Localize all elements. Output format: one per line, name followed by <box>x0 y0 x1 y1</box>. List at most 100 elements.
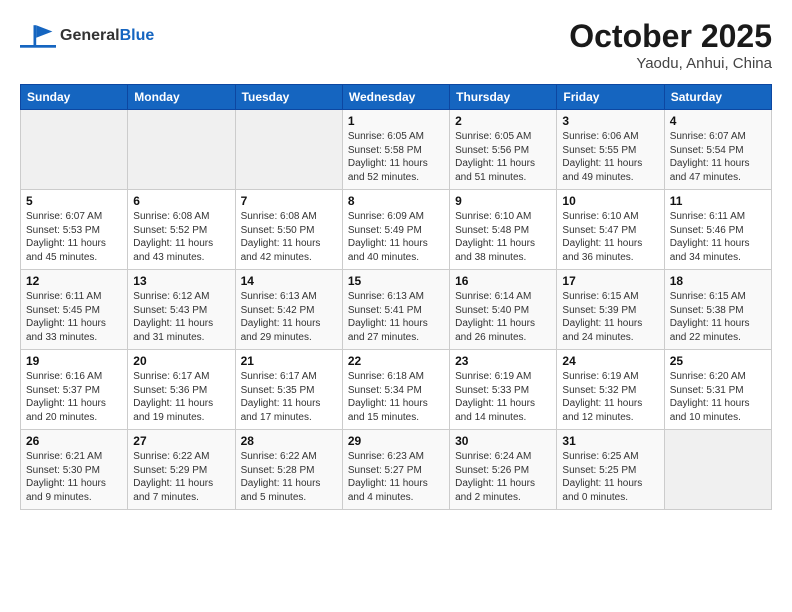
calendar-week-5: 26 Sunrise: 6:21 AM Sunset: 5:30 PM Dayli… <box>21 430 772 510</box>
day-number: 12 <box>26 274 122 288</box>
calendar-day-22: 22Sunrise: 6:18 AM Sunset: 5:34 PM Dayli… <box>342 350 449 430</box>
calendar-empty-cell <box>235 110 342 190</box>
day-number: 25 <box>670 354 766 368</box>
day-number: 9 <box>455 194 551 208</box>
logo-blue: Blue <box>120 27 155 44</box>
day-info: Sunrise: 6:19 AM Sunset: 5:33 PM Dayligh… <box>455 370 551 424</box>
day-number: 30 <box>455 434 551 448</box>
day-info: Sunrise: 6:15 AM Sunset: 5:39 PM Dayligh… <box>562 290 658 344</box>
day-number: 21 <box>241 354 337 368</box>
day-info: Sunrise: 6:21 AM Sunset: 5:30 PM Dayligh… <box>26 450 122 504</box>
calendar-empty-cell <box>21 110 128 190</box>
day-info: Sunrise: 6:08 AM Sunset: 5:50 PM Dayligh… <box>241 210 337 264</box>
day-number: 1 <box>348 114 444 128</box>
calendar-day-5: 5 Sunrise: 6:07 AM Sunset: 5:53 PM Daylig… <box>21 190 128 270</box>
day-info: Sunrise: 6:15 AM Sunset: 5:38 PM Dayligh… <box>670 290 766 344</box>
calendar-day-15: 15Sunrise: 6:13 AM Sunset: 5:41 PM Dayli… <box>342 270 449 350</box>
day-number: 3 <box>562 114 658 128</box>
day-number: 17 <box>562 274 658 288</box>
day-info: Sunrise: 6:10 AM Sunset: 5:47 PM Dayligh… <box>562 210 658 264</box>
calendar-day-26: 26 Sunrise: 6:21 AM Sunset: 5:30 PM Dayli… <box>21 430 128 510</box>
day-number: 2 <box>455 114 551 128</box>
day-info: Sunrise: 6:25 AM Sunset: 5:25 PM Dayligh… <box>562 450 658 504</box>
weekday-header-saturday: Saturday <box>664 85 771 110</box>
calendar-empty-cell <box>664 430 771 510</box>
calendar-day-1: 1 Sunrise: 6:05 AM Sunset: 5:58 PM Daylig… <box>342 110 449 190</box>
day-info: Sunrise: 6:24 AM Sunset: 5:26 PM Dayligh… <box>455 450 551 504</box>
day-number: 14 <box>241 274 337 288</box>
calendar-day-27: 27Sunrise: 6:22 AM Sunset: 5:29 PM Dayli… <box>128 430 235 510</box>
calendar-day-31: 31 Sunrise: 6:25 AM Sunset: 5:25 PM Dayli… <box>557 430 664 510</box>
logo-icon <box>20 18 56 54</box>
header: GeneralBlue October 2025 Yaodu, Anhui, C… <box>20 18 772 72</box>
day-number: 15 <box>348 274 444 288</box>
day-number: 7 <box>241 194 337 208</box>
day-number: 31 <box>562 434 658 448</box>
day-info: Sunrise: 6:22 AM Sunset: 5:28 PM Dayligh… <box>241 450 337 504</box>
day-info: Sunrise: 6:07 AM Sunset: 5:53 PM Dayligh… <box>26 210 122 264</box>
day-number: 11 <box>670 194 766 208</box>
day-number: 22 <box>348 354 444 368</box>
weekday-header-friday: Friday <box>557 85 664 110</box>
calendar-week-1: 1 Sunrise: 6:05 AM Sunset: 5:58 PM Daylig… <box>21 110 772 190</box>
calendar-day-2: 2 Sunrise: 6:05 AM Sunset: 5:56 PM Daylig… <box>450 110 557 190</box>
calendar-day-16: 16 Sunrise: 6:14 AM Sunset: 5:40 PM Dayli… <box>450 270 557 350</box>
calendar-day-6: 6Sunrise: 6:08 AM Sunset: 5:52 PM Daylig… <box>128 190 235 270</box>
calendar-day-13: 13Sunrise: 6:12 AM Sunset: 5:43 PM Dayli… <box>128 270 235 350</box>
calendar-day-18: 18 Sunrise: 6:15 AM Sunset: 5:38 PM Dayli… <box>664 270 771 350</box>
day-number: 28 <box>241 434 337 448</box>
calendar-day-10: 10 Sunrise: 6:10 AM Sunset: 5:47 PM Dayli… <box>557 190 664 270</box>
calendar-day-28: 28 Sunrise: 6:22 AM Sunset: 5:28 PM Dayli… <box>235 430 342 510</box>
day-number: 18 <box>670 274 766 288</box>
weekday-header-sunday: Sunday <box>21 85 128 110</box>
weekday-header-monday: Monday <box>128 85 235 110</box>
subtitle: Yaodu, Anhui, China <box>569 55 772 72</box>
day-info: Sunrise: 6:17 AM Sunset: 5:35 PM Dayligh… <box>241 370 337 424</box>
day-number: 20 <box>133 354 229 368</box>
calendar-day-14: 14 Sunrise: 6:13 AM Sunset: 5:42 PM Dayli… <box>235 270 342 350</box>
calendar-day-23: 23 Sunrise: 6:19 AM Sunset: 5:33 PM Dayli… <box>450 350 557 430</box>
calendar-week-3: 12Sunrise: 6:11 AM Sunset: 5:45 PM Dayli… <box>21 270 772 350</box>
calendar-day-19: 19Sunrise: 6:16 AM Sunset: 5:37 PM Dayli… <box>21 350 128 430</box>
day-info: Sunrise: 6:11 AM Sunset: 5:46 PM Dayligh… <box>670 210 766 264</box>
day-info: Sunrise: 6:23 AM Sunset: 5:27 PM Dayligh… <box>348 450 444 504</box>
day-number: 5 <box>26 194 122 208</box>
day-info: Sunrise: 6:14 AM Sunset: 5:40 PM Dayligh… <box>455 290 551 344</box>
day-number: 8 <box>348 194 444 208</box>
calendar-week-2: 5 Sunrise: 6:07 AM Sunset: 5:53 PM Daylig… <box>21 190 772 270</box>
day-number: 26 <box>26 434 122 448</box>
day-number: 29 <box>348 434 444 448</box>
day-number: 16 <box>455 274 551 288</box>
page: GeneralBlue October 2025 Yaodu, Anhui, C… <box>0 0 792 612</box>
calendar-week-4: 19Sunrise: 6:16 AM Sunset: 5:37 PM Dayli… <box>21 350 772 430</box>
day-info: Sunrise: 6:19 AM Sunset: 5:32 PM Dayligh… <box>562 370 658 424</box>
day-info: Sunrise: 6:22 AM Sunset: 5:29 PM Dayligh… <box>133 450 229 504</box>
day-number: 13 <box>133 274 229 288</box>
day-number: 24 <box>562 354 658 368</box>
calendar-day-17: 17 Sunrise: 6:15 AM Sunset: 5:39 PM Dayli… <box>557 270 664 350</box>
day-number: 23 <box>455 354 551 368</box>
day-number: 10 <box>562 194 658 208</box>
weekday-header-wednesday: Wednesday <box>342 85 449 110</box>
day-info: Sunrise: 6:05 AM Sunset: 5:56 PM Dayligh… <box>455 130 551 184</box>
calendar-day-20: 20Sunrise: 6:17 AM Sunset: 5:36 PM Dayli… <box>128 350 235 430</box>
calendar-day-30: 30 Sunrise: 6:24 AM Sunset: 5:26 PM Dayli… <box>450 430 557 510</box>
calendar-day-25: 25Sunrise: 6:20 AM Sunset: 5:31 PM Dayli… <box>664 350 771 430</box>
calendar-day-12: 12Sunrise: 6:11 AM Sunset: 5:45 PM Dayli… <box>21 270 128 350</box>
calendar-day-8: 8 Sunrise: 6:09 AM Sunset: 5:49 PM Daylig… <box>342 190 449 270</box>
weekday-header-row: SundayMondayTuesdayWednesdayThursdayFrid… <box>21 85 772 110</box>
day-info: Sunrise: 6:10 AM Sunset: 5:48 PM Dayligh… <box>455 210 551 264</box>
day-info: Sunrise: 6:07 AM Sunset: 5:54 PM Dayligh… <box>670 130 766 184</box>
day-info: Sunrise: 6:05 AM Sunset: 5:58 PM Dayligh… <box>348 130 444 184</box>
logo: GeneralBlue <box>20 18 154 54</box>
calendar-day-4: 4 Sunrise: 6:07 AM Sunset: 5:54 PM Daylig… <box>664 110 771 190</box>
weekday-header-tuesday: Tuesday <box>235 85 342 110</box>
calendar-day-29: 29 Sunrise: 6:23 AM Sunset: 5:27 PM Dayli… <box>342 430 449 510</box>
day-info: Sunrise: 6:09 AM Sunset: 5:49 PM Dayligh… <box>348 210 444 264</box>
calendar-empty-cell <box>128 110 235 190</box>
calendar-day-9: 9 Sunrise: 6:10 AM Sunset: 5:48 PM Daylig… <box>450 190 557 270</box>
calendar-day-7: 7 Sunrise: 6:08 AM Sunset: 5:50 PM Daylig… <box>235 190 342 270</box>
day-info: Sunrise: 6:13 AM Sunset: 5:42 PM Dayligh… <box>241 290 337 344</box>
weekday-header-thursday: Thursday <box>450 85 557 110</box>
day-number: 4 <box>670 114 766 128</box>
